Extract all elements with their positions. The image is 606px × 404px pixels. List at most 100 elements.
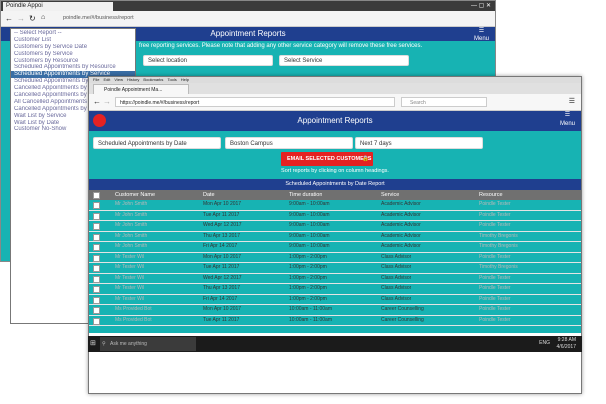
row-checkbox-icon[interactable] [93, 265, 100, 272]
table-cell: Mon Apr 10 2017 [203, 306, 242, 312]
menubar-item[interactable]: Help [181, 77, 189, 82]
table-cell: Poindle Tester [479, 211, 511, 218]
windows-start-icon[interactable]: ⊞ [90, 339, 96, 347]
row-checkbox-icon[interactable] [93, 296, 100, 304]
menu-label: Menu [559, 121, 575, 127]
row-checkbox-icon[interactable] [93, 212, 100, 220]
table-cell: 9:00am - 10:00am [289, 243, 330, 249]
forward-icon[interactable]: → [17, 14, 25, 23]
table-row[interactable]: Mr Tester Wil Fri Apr 14 2017 1:00pm - 2:0… [89, 295, 581, 305]
email-selected-customers-button[interactable]: EMAIL SELECTED CUSTOMERS 🔒 [281, 152, 373, 166]
table-cell: Poindle Tester [479, 306, 511, 312]
table-row[interactable]: Mr John Smith Tue Apr 11 2017 9:00am - 10:… [89, 211, 581, 221]
table-cell: Fri Apr 14 2017 [203, 243, 238, 249]
table-cell: Mr Tester Wil [115, 264, 145, 270]
col-date[interactable]: Date [203, 190, 215, 200]
forward-icon[interactable]: → [103, 97, 111, 106]
row-checkbox-icon[interactable] [93, 286, 100, 293]
home-icon[interactable]: ⌂ [41, 14, 45, 21]
table-cell: 9:00am - 10:00am [289, 222, 330, 228]
col-time-duration[interactable]: Time duration [289, 190, 322, 200]
taskbar-search[interactable]: ⚲ Ask me anything [100, 337, 196, 351]
front-app-title-text: Appointment Reports [297, 116, 373, 125]
row-checkbox-icon[interactable] [93, 223, 100, 230]
table-cell: Mon Apr 10 2017 [203, 201, 242, 207]
back-icon[interactable]: ← [93, 97, 101, 106]
back-navbar: ← → ↻ ⌂ poindle.me/#/business/report [1, 11, 495, 27]
dropdown-item[interactable]: -- Select Report -- [11, 30, 135, 37]
table-row[interactable]: Mr John Smith Mon Apr 10 2017 9:00am - 10:… [89, 200, 581, 211]
location-select[interactable]: Select location [143, 55, 273, 66]
menubar-item[interactable]: File [93, 77, 99, 82]
back-icon[interactable]: ← [5, 14, 13, 23]
url-bar[interactable]: https://poindle.me/#/business/report [115, 97, 395, 107]
row-checkbox-icon[interactable] [93, 202, 100, 209]
dropdown-item[interactable]: Customers by Service [11, 51, 135, 58]
table-cell: Career Counselling [381, 306, 424, 312]
table-cell: Mr Tester Wil [115, 285, 145, 291]
front-tab[interactable]: Poindle Appointment Ma... [93, 84, 189, 94]
table-cell: Class Advisor [381, 285, 412, 291]
sort-hint: Sort reports by clicking on column headi… [281, 168, 389, 174]
hamburger-menu-icon[interactable]: ☰ Menu [560, 111, 575, 129]
back-tab[interactable]: Poindle Appoi [3, 2, 113, 11]
table-row[interactable]: Ms Provided Bot Tue Apr 11 2017 10:00am - … [89, 316, 581, 326]
table-cell: Class Advisor [381, 274, 412, 281]
clock-date: 4/6/2017 [556, 344, 576, 350]
table-row[interactable]: Mr John Smith Thu Apr 13 2017 9:00am - 10:… [89, 232, 581, 242]
menubar-item[interactable]: Edit [103, 77, 110, 82]
table-cell: Career Counselling [381, 316, 424, 323]
col-service[interactable]: Service [381, 190, 399, 200]
dropdown-item[interactable]: Customers by Service Date [11, 44, 135, 51]
report-select[interactable]: Scheduled Appointments by Date [93, 137, 221, 149]
table-cell: Tue Apr 11 2017 [203, 211, 240, 218]
front-app-title: Appointment Reports ☰ Menu [89, 111, 581, 131]
row-checkbox-icon[interactable] [93, 275, 100, 283]
row-checkbox-icon[interactable] [93, 317, 100, 325]
col-customer-name[interactable]: Customer Name [115, 190, 155, 200]
table-row[interactable]: Mr John Smith Fri Apr 14 2017 9:00am - 10:… [89, 242, 581, 253]
campus-select[interactable]: Boston Campus [225, 137, 353, 149]
table-cell: Mr Tester Wil [115, 295, 145, 302]
menubar-item[interactable]: History [127, 77, 139, 82]
table-row[interactable]: Mr John Smith Wed Apr 12 2017 9:00am - 10:… [89, 221, 581, 232]
row-checkbox-icon[interactable] [93, 307, 100, 314]
front-navbar: ← → https://poindle.me/#/business/report… [89, 94, 581, 111]
table-title: Scheduled Appointments by Date Report [89, 179, 581, 190]
table-cell: Mr John Smith [115, 201, 148, 207]
window-controls[interactable]: — ▢ ✕ [471, 2, 491, 9]
table-cell: 9:00am - 10:00am [289, 211, 330, 218]
dropdown-item[interactable]: Customers by Resource [11, 58, 135, 65]
table-row[interactable]: Mr Tester Wil Tue Apr 11 2017 1:00pm - 2:0… [89, 263, 581, 274]
table-cell: 1:00pm - 2:00pm [289, 264, 327, 270]
refresh-icon[interactable]: ↻ [29, 14, 36, 23]
dropdown-item[interactable]: Customer List [11, 37, 135, 44]
table-row[interactable]: Mr Tester Wil Mon Apr 10 2017 1:00pm - 2:0… [89, 253, 581, 263]
row-checkbox-icon[interactable] [93, 254, 100, 262]
row-checkbox-icon[interactable] [93, 233, 100, 241]
menubar-item[interactable]: View [114, 77, 123, 82]
table-cell: Class Advisor [381, 253, 412, 260]
service-select[interactable]: Select Service [279, 55, 409, 66]
col-resource[interactable]: Resource [479, 190, 503, 200]
back-url[interactable]: poindle.me/#/business/report [63, 15, 134, 21]
select-all-checkbox-icon[interactable] [93, 192, 100, 199]
hamburger-menu-icon[interactable]: ☰ [569, 97, 575, 105]
menubar-item[interactable]: Bookmarks [143, 77, 163, 82]
table-row[interactable]: Mr Tester Wil Wed Apr 12 2017 1:00pm - 2:0… [89, 274, 581, 284]
menubar-item[interactable]: Tools [167, 77, 176, 82]
table-row[interactable]: Ms Provided Bot Mon Apr 10 2017 10:00am - … [89, 305, 581, 316]
search-input[interactable]: Search [401, 97, 487, 107]
back-tabbar: Poindle Appoi — ▢ ✕ [1, 1, 495, 11]
back-note: free reporting services. Please note tha… [139, 43, 423, 49]
row-checkbox-icon[interactable] [93, 244, 100, 251]
table-row[interactable]: Mr Tester Wil Thu Apr 13 2017 1:00pm - 2:0… [89, 284, 581, 295]
table-cell: 9:00am - 10:00am [289, 201, 330, 207]
dropdown-item[interactable]: Scheduled Appointments by Resource [11, 64, 135, 71]
poindle-logo-icon [93, 114, 106, 127]
search-icon: ⚲ [102, 341, 106, 347]
range-select[interactable]: Next 7 days [355, 137, 483, 149]
table-cell: Poindle Tester [479, 222, 511, 228]
table-cell: Mr John Smith [115, 243, 148, 249]
table-cell: 9:00am - 10:00am [289, 232, 330, 239]
